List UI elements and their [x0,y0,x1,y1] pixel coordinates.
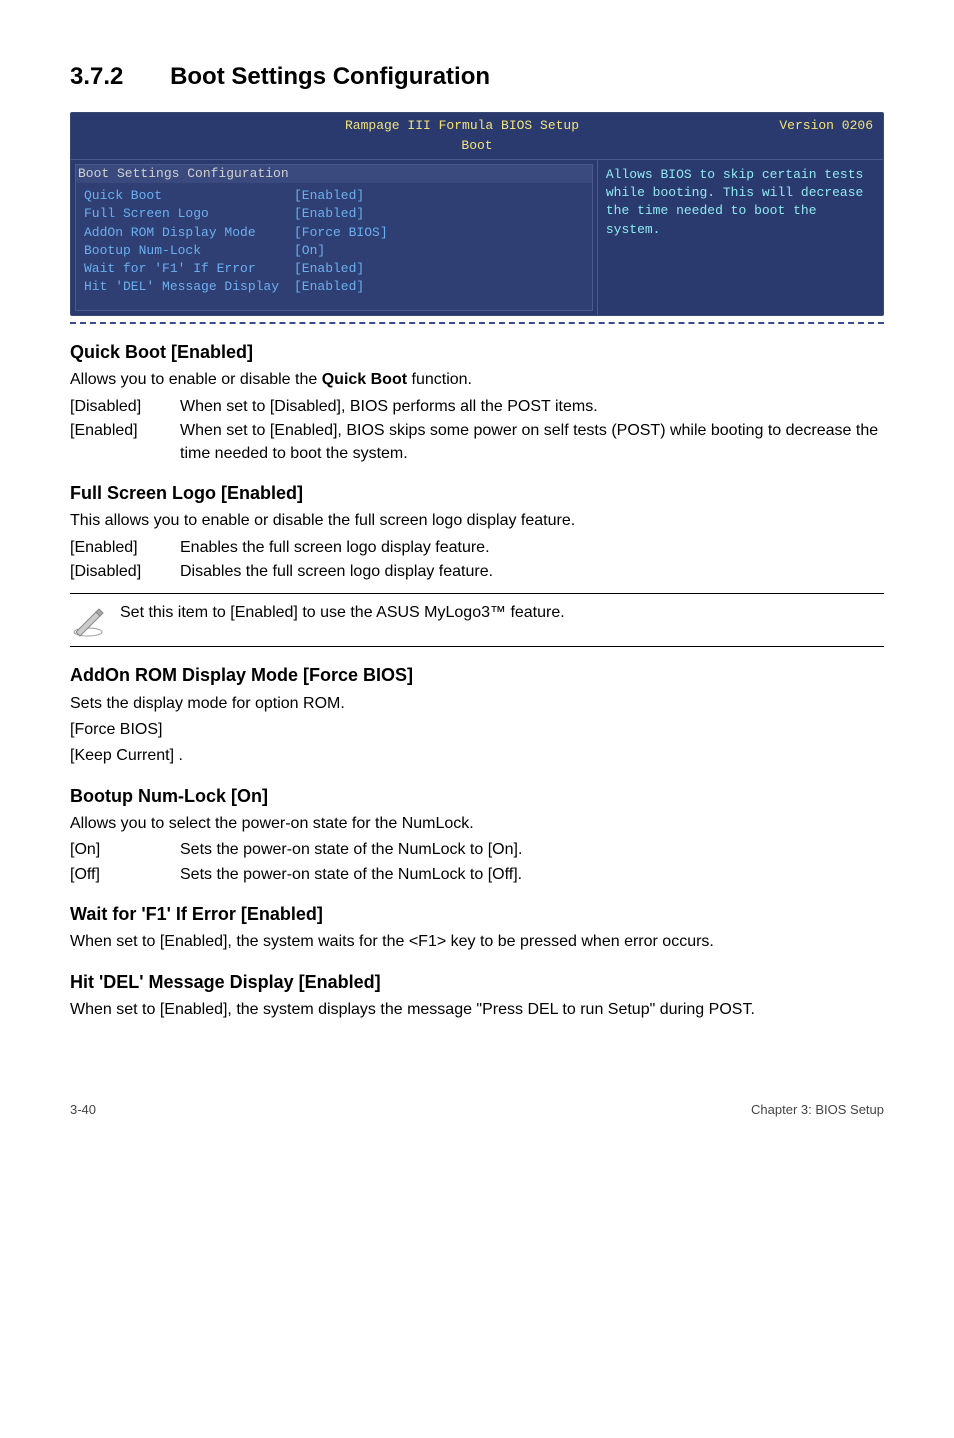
bios-row: Full Screen Logo[Enabled] [84,205,584,223]
addon-heading: AddOn ROM Display Mode [Force BIOS] [70,663,884,688]
bios-conf-title: Boot Settings Configuration [76,165,592,183]
footer-right: Chapter 3: BIOS Setup [751,1101,884,1119]
numlock-desc: Allows you to select the power-on state … [70,813,884,835]
quickboot-heading: Quick Boot [Enabled] [70,340,884,365]
option-row: [Enabled]Enables the full screen logo di… [70,537,884,559]
section-heading: 3.7.2 Boot Settings Configuration [70,60,884,94]
addon-line2: [Keep Current] . [70,745,884,767]
option-row: [Off]Sets the power-on state of the NumL… [70,864,884,886]
bios-setup-box: Rampage III Formula BIOS Setup Version 0… [70,112,884,317]
option-row: [Disabled]Disables the full screen logo … [70,561,884,583]
quickboot-desc: Allows you to enable or disable the Quic… [70,369,884,391]
fullscreen-desc: This allows you to enable or disable the… [70,510,884,532]
bios-row: AddOn ROM Display Mode[Force BIOS] [84,224,584,242]
bios-title-center: Rampage III Formula BIOS Setup [345,117,609,135]
bios-bottom-dash [70,322,884,324]
section-number: 3.7.2 [70,60,123,94]
bios-title-bar: Rampage III Formula BIOS Setup Version 0… [71,113,883,137]
addon-line1: [Force BIOS] [70,719,884,741]
hitdel-heading: Hit 'DEL' Message Display [Enabled] [70,970,884,995]
bios-row: Bootup Num-Lock[On] [84,242,584,260]
option-row: [Disabled]When set to [Disabled], BIOS p… [70,396,884,418]
fullscreen-heading: Full Screen Logo [Enabled] [70,481,884,506]
pencil-icon [70,602,106,638]
bios-title-right: Version 0206 [609,117,873,135]
waitf1-heading: Wait for 'F1' If Error [Enabled] [70,902,884,927]
page-footer: 3-40 Chapter 3: BIOS Setup [70,1101,884,1119]
option-row: [Enabled]When set to [Enabled], BIOS ski… [70,420,884,465]
option-row: [On]Sets the power-on state of the NumLo… [70,839,884,861]
bios-row: Hit 'DEL' Message Display[Enabled] [84,278,584,296]
waitf1-desc: When set to [Enabled], the system waits … [70,931,884,953]
addon-desc: Sets the display mode for option ROM. [70,693,884,715]
bios-subtitle: Boot [71,137,883,159]
footer-left: 3-40 [70,1101,96,1119]
note-box: Set this item to [Enabled] to use the AS… [70,593,884,647]
numlock-heading: Bootup Num-Lock [On] [70,784,884,809]
note-text: Set this item to [Enabled] to use the AS… [120,602,565,624]
hitdel-desc: When set to [Enabled], the system displa… [70,999,884,1021]
section-title: Boot Settings Configuration [170,63,490,90]
bios-row: Wait for 'F1' If Error[Enabled] [84,260,584,278]
bios-row: Quick Boot[Enabled] [84,187,584,205]
bios-help-panel: Allows BIOS to skip certain tests while … [597,160,883,315]
bios-left-panel: Boot Settings Configuration Quick Boot[E… [75,164,593,311]
